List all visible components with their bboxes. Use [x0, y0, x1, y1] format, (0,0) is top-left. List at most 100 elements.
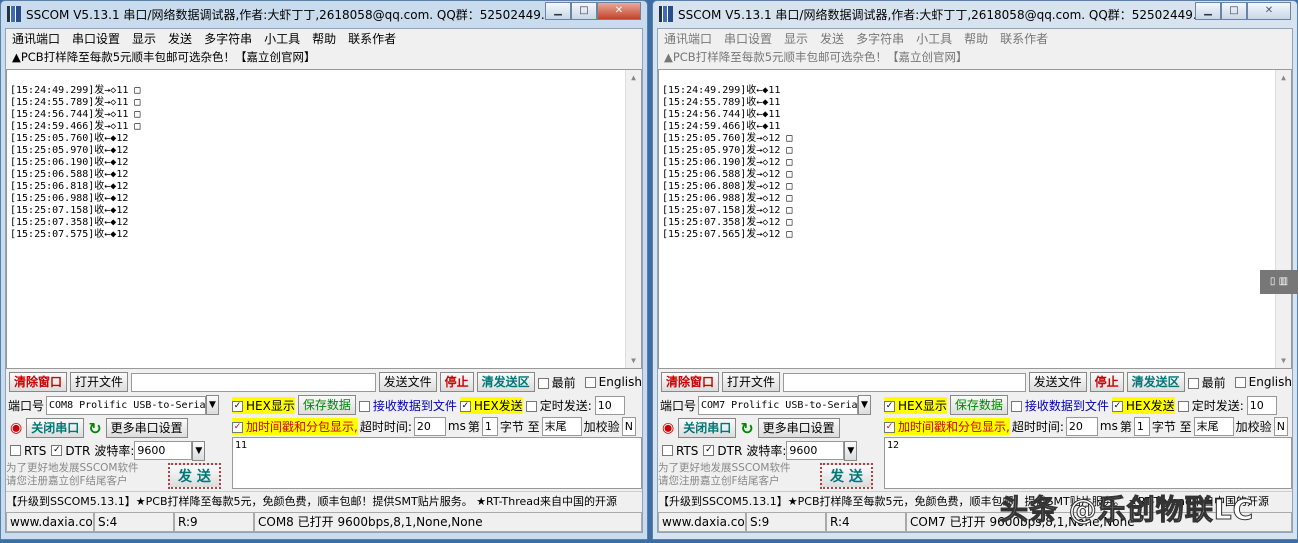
clear-window-button[interactable]: 清除窗口	[661, 372, 720, 392]
scroll-up-icon[interactable]: ▲	[1276, 70, 1291, 85]
receive-area[interactable]: [15:24:49.299]收←◆11 [15:24:55.789]收←◆11 [1…	[658, 69, 1292, 369]
scrollbar[interactable]: ▲ ▼	[1275, 70, 1291, 368]
more-settings-button[interactable]: 更多串口设置	[757, 418, 840, 438]
menu-item[interactable]: 显示	[784, 30, 808, 47]
refresh-icon[interactable]: ↻	[740, 419, 753, 438]
clear-send-button[interactable]: 清发送区	[1126, 372, 1185, 392]
timeout-input[interactable]: 20	[413, 416, 446, 436]
stop-button[interactable]: 停止	[1089, 372, 1124, 392]
english-checkbox[interactable]: English	[1234, 375, 1292, 389]
promo-text[interactable]: 为了更好地发展SSCOM软件	[658, 462, 791, 475]
clear-window-button[interactable]: 清除窗口	[9, 372, 68, 392]
menu-item[interactable]: 帮助	[312, 30, 336, 47]
topmost-checkbox[interactable]: 最前	[537, 374, 576, 391]
open-file-button[interactable]: 打开文件	[722, 372, 781, 392]
menu-item[interactable]: 通讯端口	[664, 30, 712, 47]
clear-send-button[interactable]: 清发送区	[476, 372, 535, 392]
scroll-down-icon[interactable]: ▼	[1276, 353, 1291, 368]
send-input[interactable]: 11	[232, 437, 642, 489]
scrollbar[interactable]: ▲ ▼	[625, 70, 641, 368]
menu-item[interactable]: 发送	[820, 30, 844, 47]
menu-item[interactable]: 串口设置	[72, 30, 120, 47]
menu-item[interactable]: 联系作者	[348, 30, 396, 47]
menu-item[interactable]: 发送	[168, 30, 192, 47]
dtr-checkbox[interactable]: ✓	[51, 445, 63, 456]
send-button[interactable]: 发 送	[168, 463, 221, 489]
hex-display-checkbox[interactable]: ✓ HEX显示	[232, 396, 295, 414]
save-data-button[interactable]: 保存数据	[297, 395, 356, 415]
ad-link[interactable]: ▲PCB打样降至每款5元顺丰包邮可选杂色！【嘉立创官网】	[6, 48, 642, 66]
site-link[interactable]: www.daxia.com	[658, 512, 746, 532]
menu-item[interactable]: 通讯端口	[12, 30, 60, 47]
save-data-button[interactable]: 保存数据	[949, 395, 1008, 415]
receive-area[interactable]: [15:24:49.299]发→◇11 □ [15:24:55.789]发→◇11…	[6, 69, 642, 369]
news-banner[interactable]: 【升级到SSCOM5.13.1】★PCB打样降至每款5元，免颜色费，顺丰包邮！提…	[6, 491, 642, 510]
menu-item[interactable]: 帮助	[964, 30, 988, 47]
promo-text[interactable]: 请您注册嘉立创F结尾客户	[658, 475, 791, 488]
chevron-down-icon[interactable]: ▼	[206, 395, 219, 415]
timestamp-checkbox[interactable]: ✓ 加时间戳和分包显示,	[884, 417, 1010, 435]
port-select[interactable]: COM7 Prolific USB-to-Serial	[698, 395, 864, 415]
byte-to-select[interactable]: 末尾	[1193, 416, 1234, 436]
open-file-button[interactable]: 打开文件	[70, 372, 129, 392]
menu-item[interactable]: 显示	[132, 30, 156, 47]
dtr-checkbox[interactable]: ✓	[703, 445, 715, 456]
rts-checkbox[interactable]	[662, 445, 673, 456]
chevron-down-icon[interactable]: ▼	[192, 440, 206, 461]
refresh-icon[interactable]: ↻	[88, 419, 101, 438]
baud-select[interactable]: 9600	[786, 441, 845, 460]
timed-send-input[interactable]: 10	[594, 395, 625, 415]
side-tab[interactable]: ▯ ▥	[1260, 270, 1298, 294]
port-select[interactable]: COM8 Prolific USB-to-Serial	[46, 395, 212, 415]
menu-item[interactable]: 小工具	[916, 30, 952, 47]
timeout-input[interactable]: 20	[1065, 416, 1098, 436]
english-checkbox[interactable]: English	[584, 375, 642, 389]
send-file-button[interactable]: 发送文件	[1028, 372, 1087, 392]
hex-send-checkbox[interactable]: ✓ HEX发送	[459, 396, 523, 414]
send-input[interactable]: 12	[884, 437, 1292, 489]
file-path-input[interactable]	[783, 372, 1026, 392]
rts-checkbox[interactable]	[10, 445, 21, 456]
hex-send-checkbox[interactable]: ✓ HEX发送	[1111, 396, 1175, 414]
send-file-button[interactable]: 发送文件	[378, 372, 437, 392]
recv-to-file-checkbox[interactable]: 接收数据到文件	[358, 397, 457, 414]
menu-item[interactable]: 小工具	[264, 30, 300, 47]
checksum-select[interactable]: N	[621, 416, 636, 436]
byte-to-select[interactable]: 末尾	[541, 416, 582, 436]
maximize-button[interactable]: □	[571, 2, 597, 20]
more-settings-button[interactable]: 更多串口设置	[105, 418, 188, 438]
site-link[interactable]: www.daxia.com	[6, 512, 94, 532]
file-path-input[interactable]	[131, 372, 376, 392]
chevron-down-icon[interactable]: ▼	[844, 440, 858, 461]
minimize-button[interactable]: ▁	[545, 2, 571, 20]
send-button[interactable]: 发 送	[820, 463, 873, 489]
baud-select[interactable]: 9600	[134, 441, 193, 460]
byte-from-input[interactable]: 1	[1133, 416, 1150, 436]
recv-to-file-checkbox[interactable]: 接收数据到文件	[1010, 397, 1109, 414]
chevron-down-icon[interactable]: ▼	[858, 395, 871, 415]
timed-send-checkbox[interactable]: 定时发送:	[525, 397, 592, 414]
topmost-checkbox[interactable]: 最前	[1187, 374, 1226, 391]
checksum-select[interactable]: N	[1273, 416, 1288, 436]
timestamp-checkbox[interactable]: ✓ 加时间戳和分包显示,	[232, 417, 358, 435]
close-port-button[interactable]: 关闭串口	[26, 418, 85, 438]
ad-link[interactable]: ▲PCB打样降至每款5元顺丰包邮可选杂色！【嘉立创官网】	[658, 48, 1292, 66]
scroll-up-icon[interactable]: ▲	[626, 70, 641, 85]
hex-display-checkbox[interactable]: ✓ HEX显示	[884, 396, 947, 414]
close-button[interactable]: ✕	[597, 2, 641, 20]
maximize-button[interactable]: □	[1221, 2, 1247, 20]
timed-send-checkbox[interactable]: 定时发送:	[1177, 397, 1244, 414]
close-port-button[interactable]: 关闭串口	[678, 418, 737, 438]
menu-item[interactable]: 串口设置	[724, 30, 772, 47]
promo-text[interactable]: 请您注册嘉立创F结尾客户	[6, 475, 139, 488]
menu-item[interactable]: 联系作者	[1000, 30, 1048, 47]
menu-item[interactable]: 多字符串	[856, 30, 904, 47]
promo-text[interactable]: 为了更好地发展SSCOM软件	[6, 462, 139, 475]
stop-button[interactable]: 停止	[439, 372, 474, 392]
timed-send-input[interactable]: 10	[1246, 395, 1277, 415]
close-button[interactable]: ✕	[1247, 2, 1291, 20]
minimize-button[interactable]: ▁	[1195, 2, 1221, 20]
scroll-down-icon[interactable]: ▼	[626, 353, 641, 368]
menu-item[interactable]: 多字符串	[204, 30, 252, 47]
byte-from-input[interactable]: 1	[481, 416, 498, 436]
